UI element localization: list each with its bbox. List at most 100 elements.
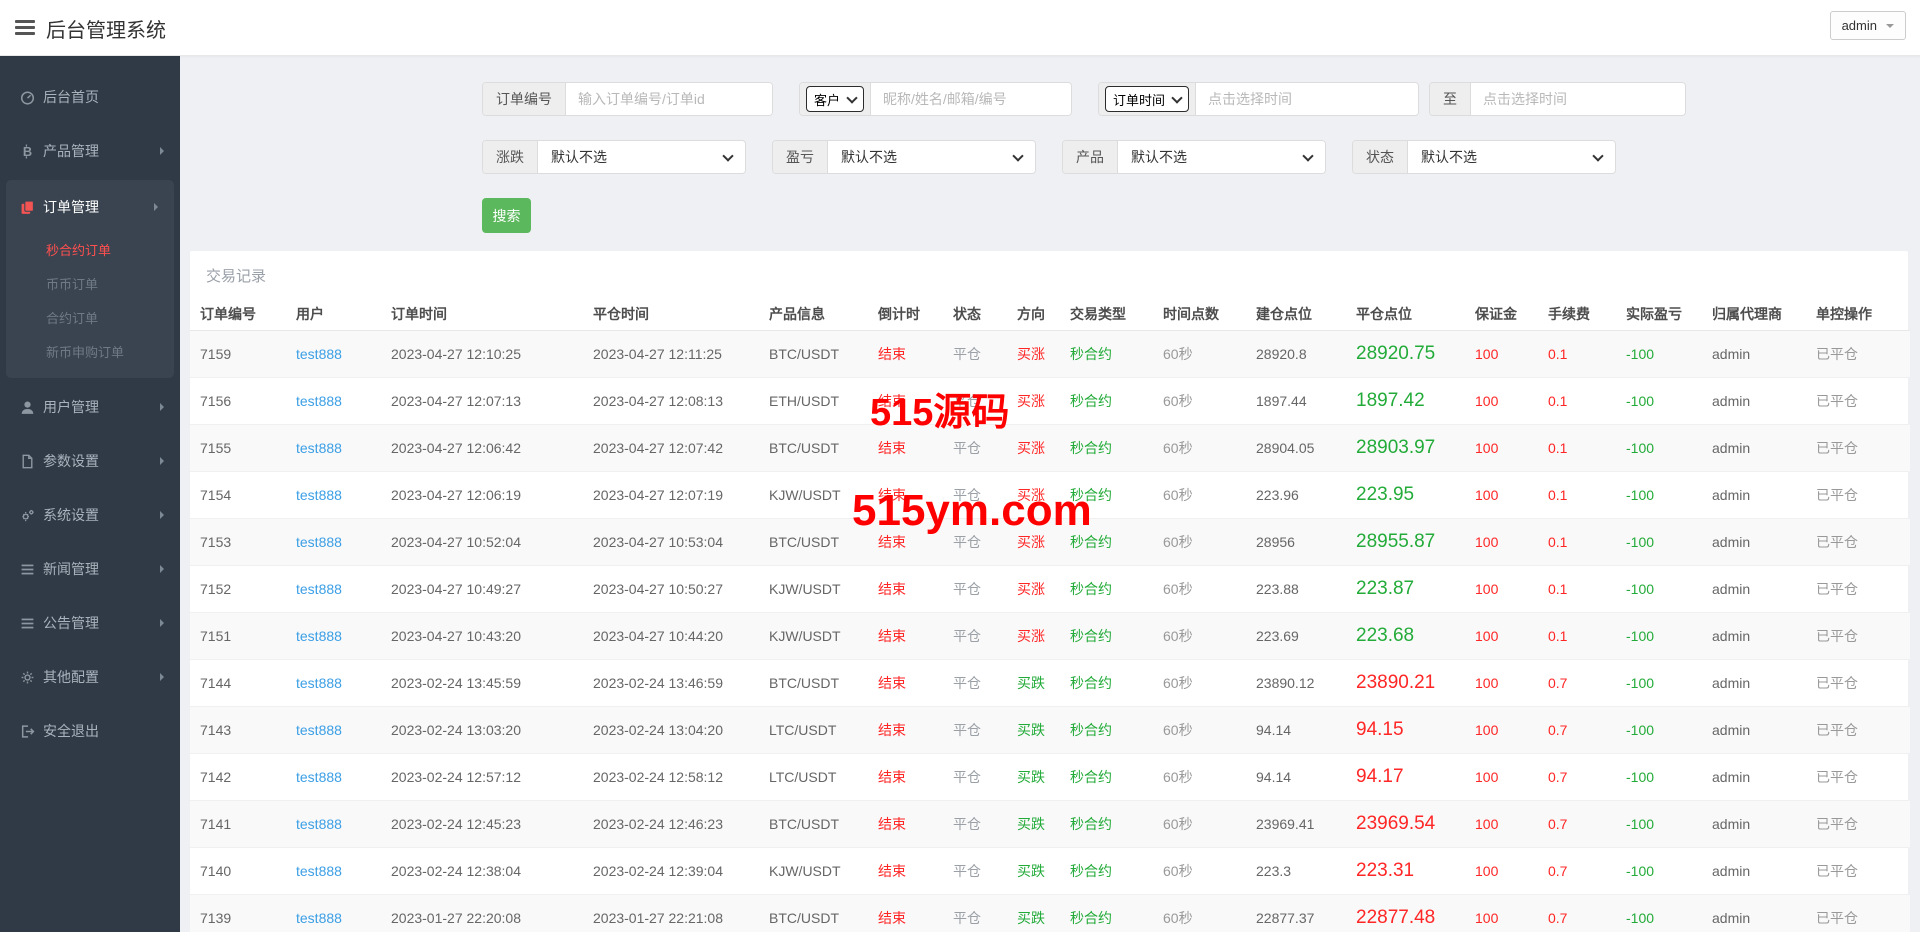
- cell-margin: 100: [1465, 424, 1538, 472]
- order-no-label: 订单编号: [483, 83, 566, 115]
- trade-records-table: 订单编号 用户 订单时间 平仓时间 产品信息 倒计时 状态 方向 交易类型 时间点数 建仓点位 平仓点…: [190, 298, 1910, 932]
- cell-order-no: 7153: [190, 518, 286, 566]
- cell-user-link[interactable]: test888: [286, 471, 381, 519]
- cell-countdown: 结束: [868, 330, 943, 378]
- updown-value: 默认不选: [551, 149, 607, 165]
- cell-open-time: 2023-02-24 13:45:59: [381, 659, 583, 707]
- sidebar-subitem-spot-orders[interactable]: 币币订单: [6, 268, 174, 302]
- order-no-input[interactable]: [566, 83, 772, 115]
- user-menu-button[interactable]: admin: [1829, 11, 1906, 40]
- table-row: 7156 test888 2023-04-27 12:07:13 2023-04…: [190, 377, 1910, 425]
- pnl-select[interactable]: 默认不选: [828, 141, 1035, 173]
- table-row: 7143 test888 2023-02-24 13:03:20 2023-02…: [190, 706, 1910, 754]
- cell-user-link[interactable]: test888: [286, 377, 381, 425]
- column-header: 平仓时间: [583, 298, 759, 331]
- cell-open-price: 1897.44: [1246, 377, 1346, 425]
- cell-status: 平仓: [943, 565, 1007, 613]
- chevron-right-icon: [160, 511, 164, 519]
- time-to-input[interactable]: [1471, 83, 1686, 115]
- search-button[interactable]: 搜索: [482, 198, 531, 233]
- cell-user-link[interactable]: test888: [286, 612, 381, 660]
- hamburger-menu-icon[interactable]: [15, 20, 35, 38]
- cell-open-time: 2023-01-27 22:20:08: [381, 894, 583, 932]
- cell-open-time: 2023-04-27 12:07:13: [381, 377, 583, 425]
- column-header: 保证金: [1465, 298, 1538, 331]
- cell-direction: 买涨: [1007, 330, 1060, 378]
- cell-user-link[interactable]: test888: [286, 518, 381, 566]
- cell-user-link[interactable]: test888: [286, 565, 381, 613]
- cell-close-time: 2023-02-24 12:46:23: [583, 800, 759, 848]
- updown-select[interactable]: 默认不选: [538, 141, 745, 173]
- cell-product: BTC/USDT: [759, 330, 868, 378]
- sidebar-item-users[interactable]: 用户管理: [0, 380, 180, 434]
- cell-user-link[interactable]: test888: [286, 659, 381, 707]
- cell-direction: 买跌: [1007, 894, 1060, 932]
- cell-trade-type: 秒合约: [1060, 659, 1153, 707]
- cell-open-price: 223.96: [1246, 471, 1346, 519]
- chevron-right-icon: [160, 619, 164, 627]
- updown-label: 涨跌: [483, 141, 538, 173]
- time-to-label: 至: [1430, 83, 1472, 115]
- cell-close-time: 2023-04-27 10:44:20: [583, 612, 759, 660]
- table-row: 7141 test888 2023-02-24 12:45:23 2023-02…: [190, 800, 1910, 848]
- product-select[interactable]: 默认不选: [1118, 141, 1325, 173]
- sidebar-item-parameters[interactable]: 参数设置: [0, 434, 180, 488]
- cell-margin: 100: [1465, 894, 1538, 932]
- column-header: 交易类型: [1060, 298, 1153, 331]
- sidebar-item-news[interactable]: 新闻管理: [0, 542, 180, 596]
- cell-trade-type: 秒合约: [1060, 894, 1153, 932]
- time-from-input[interactable]: [1196, 83, 1419, 115]
- cell-direction: 买涨: [1007, 424, 1060, 472]
- sidebar-item-announcements[interactable]: 公告管理: [0, 596, 180, 650]
- sidebar-item-products[interactable]: B 产品管理: [0, 124, 180, 178]
- cell-status: 平仓: [943, 424, 1007, 472]
- cell-user-link[interactable]: test888: [286, 424, 381, 472]
- customer-input[interactable]: [871, 83, 1072, 115]
- chevron-right-icon: [160, 673, 164, 681]
- cell-direction: 买涨: [1007, 612, 1060, 660]
- cell-countdown: 结束: [868, 612, 943, 660]
- cell-order-no: 7143: [190, 706, 286, 754]
- cell-user-link[interactable]: test888: [286, 800, 381, 848]
- list-icon: [20, 562, 35, 577]
- time-type-select[interactable]: 订单时间: [1105, 86, 1190, 112]
- cell-open-time: 2023-02-24 12:57:12: [381, 753, 583, 801]
- cell-user-link[interactable]: test888: [286, 753, 381, 801]
- sidebar-item-orders[interactable]: 订单管理: [6, 180, 174, 234]
- cell-close-price: 223.87: [1346, 565, 1465, 613]
- sidebar-item-logout[interactable]: 安全退出: [0, 704, 180, 758]
- product-label: 产品: [1063, 141, 1118, 173]
- cell-user-link[interactable]: test888: [286, 706, 381, 754]
- cell-order-no: 7151: [190, 612, 286, 660]
- column-header: 时间点数: [1153, 298, 1246, 331]
- cell-order-no: 7154: [190, 471, 286, 519]
- trade-records-panel: 交易记录 订单编号 用户 订单时间 平仓时间 产品信息 倒计时 状态 方向 交易类型 时间点数 建仓…: [190, 251, 1910, 932]
- cell-close-time: 2023-04-27 12:07:42: [583, 424, 759, 472]
- sidebar-item-system-settings[interactable]: 系统设置: [0, 488, 180, 542]
- sidebar-subitem-seconds-contract-orders[interactable]: 秒合约订单: [6, 234, 174, 268]
- sidebar-item-dashboard[interactable]: 后台首页: [0, 70, 180, 124]
- status-select[interactable]: 默认不选: [1408, 141, 1615, 173]
- cell-trade-type: 秒合约: [1060, 753, 1153, 801]
- cell-open-price: 223.3: [1246, 847, 1346, 895]
- cell-profit: -100: [1616, 518, 1702, 566]
- cell-close-time: 2023-04-27 12:07:19: [583, 471, 759, 519]
- cell-fee: 0.7: [1538, 847, 1616, 895]
- sidebar-group-orders: 订单管理 秒合约订单 币币订单 合约订单 新币申购订单: [6, 180, 174, 378]
- cell-user-link[interactable]: test888: [286, 847, 381, 895]
- cell-status: 平仓: [943, 471, 1007, 519]
- cell-margin: 100: [1465, 377, 1538, 425]
- sidebar-subitem-contract-orders[interactable]: 合约订单: [6, 302, 174, 336]
- cell-user-link[interactable]: test888: [286, 330, 381, 378]
- cell-profit: -100: [1616, 424, 1702, 472]
- sidebar-subitem-new-coin-orders[interactable]: 新币申购订单: [6, 336, 174, 370]
- customer-type-select[interactable]: 客户: [806, 86, 865, 112]
- cell-fee: 0.7: [1538, 659, 1616, 707]
- cell-status: 平仓: [943, 894, 1007, 932]
- cell-duration: 60秒: [1153, 565, 1246, 613]
- sidebar-item-other-config[interactable]: 其他配置: [0, 650, 180, 704]
- sidebar-item-label: 订单管理: [43, 199, 99, 215]
- cell-trade-type: 秒合约: [1060, 565, 1153, 613]
- chevron-right-icon: [160, 147, 164, 155]
- cell-user-link[interactable]: test888: [286, 894, 381, 932]
